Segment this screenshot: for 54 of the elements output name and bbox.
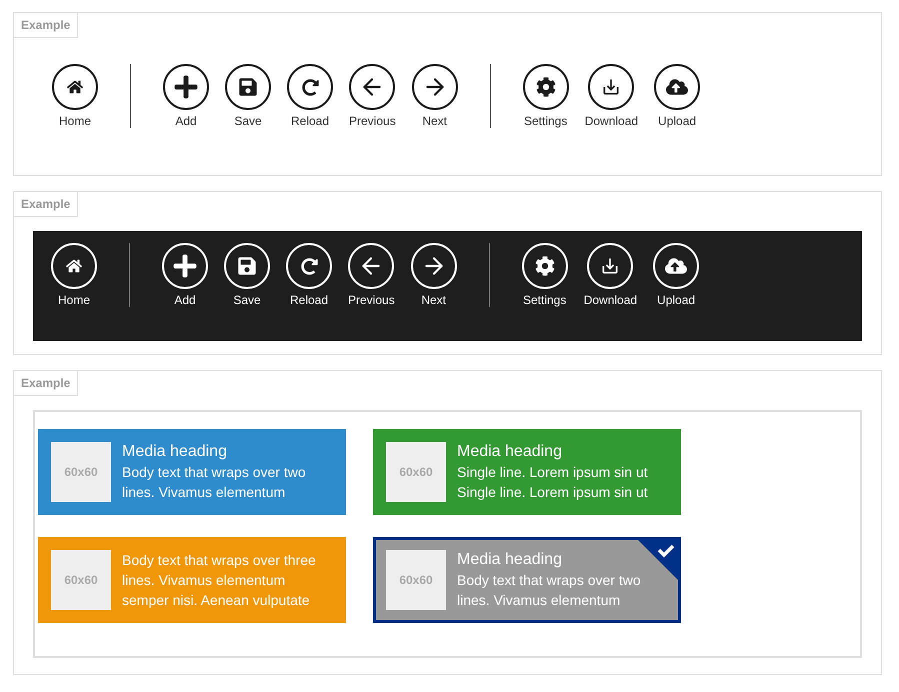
example-label: Example — [13, 191, 78, 217]
body-text: Single line. Lorem ipsum sin ut — [457, 483, 648, 502]
media-heading: Media heading — [122, 442, 228, 462]
cloud-upload-icon — [654, 64, 700, 110]
plus-icon — [163, 64, 209, 110]
body-text: Body text that wraps over two — [457, 571, 641, 590]
body-text: lines. Vivamus elementum — [122, 483, 286, 502]
example-label: Example — [13, 12, 78, 38]
next-button[interactable]: Next — [408, 64, 462, 128]
body-text: semper nisi. Aenean vulputate — [122, 591, 311, 610]
save-button[interactable]: Save — [220, 243, 274, 307]
download-button[interactable]: Download — [580, 64, 642, 128]
reload-button[interactable]: Reload — [282, 243, 336, 307]
plus-icon — [162, 243, 208, 289]
add-button[interactable]: Add — [158, 243, 212, 307]
floppy-disk-icon — [224, 243, 270, 289]
reload-button[interactable]: Reload — [283, 64, 337, 128]
body-text: Body text that wraps over two — [122, 463, 306, 482]
home-icon — [51, 243, 97, 289]
gear-icon — [522, 243, 568, 289]
media-tile[interactable]: 60x60 Media heading Body text that wraps over two lines. Vivamus elementum — [38, 429, 346, 515]
previous-button[interactable]: Previous — [345, 64, 400, 128]
selected-check-icon — [638, 540, 678, 580]
media-tile[interactable]: 60x60 Media heading Single line. Lorem ipsum sin ut Single line. Lorem ipsum sin ut — [373, 429, 681, 515]
example-label: Example — [13, 370, 78, 396]
thumbnail-placeholder: 60x60 — [51, 442, 111, 502]
download-icon — [588, 64, 634, 110]
home-icon — [52, 64, 98, 110]
media-heading: Media heading — [457, 442, 563, 462]
upload-button[interactable]: Upload — [649, 243, 704, 307]
save-button[interactable]: Save — [221, 64, 275, 128]
settings-button[interactable]: Settings — [518, 64, 573, 128]
reload-icon — [286, 243, 332, 289]
home-button[interactable]: Home — [48, 64, 102, 128]
settings-button[interactable]: Settings — [518, 243, 572, 307]
thumbnail-placeholder: 60x60 — [51, 550, 111, 610]
floppy-disk-icon — [225, 64, 271, 110]
body-text: lines. Vivamus elementum — [122, 571, 286, 590]
previous-button[interactable]: Previous — [344, 243, 399, 307]
download-icon — [587, 243, 634, 289]
reload-icon — [287, 64, 333, 110]
home-button[interactable]: Home — [47, 243, 101, 307]
media-heading: Media heading — [457, 550, 563, 570]
body-text: Single line. Lorem ipsum sin ut — [457, 463, 648, 482]
gear-icon — [522, 64, 569, 110]
thumbnail-placeholder: 60x60 — [386, 442, 446, 502]
add-button[interactable]: Add — [159, 64, 213, 128]
thumbnail-placeholder: 60x60 — [386, 550, 446, 610]
body-text: Body text that wraps over three — [122, 551, 316, 570]
download-button[interactable]: Download — [580, 243, 642, 307]
body-text: lines. Vivamus elementum — [457, 591, 622, 610]
upload-button[interactable]: Upload — [650, 64, 704, 128]
next-button[interactable]: Next — [406, 243, 461, 307]
cloud-upload-icon — [653, 243, 700, 289]
